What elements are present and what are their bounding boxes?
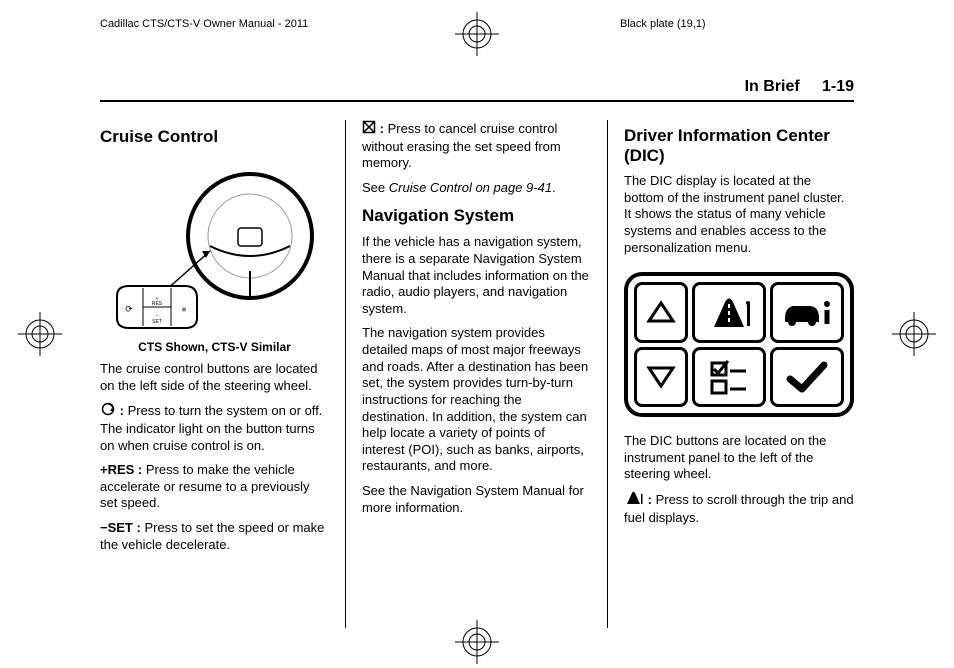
trip-icon-inline	[624, 491, 644, 510]
trip-road-icon	[704, 292, 754, 332]
heading-navigation: Navigation System	[362, 205, 591, 227]
svg-text:RES: RES	[151, 301, 162, 307]
svg-text:⊠: ⊠	[181, 307, 185, 313]
cancel-body: Press to cancel cruise control without e…	[362, 121, 561, 171]
svg-text:⟳: ⟳	[125, 304, 133, 314]
res-label: +RES :	[100, 462, 142, 477]
cancel-colon: :	[376, 121, 384, 136]
svg-text:SET: SET	[152, 319, 162, 325]
column-1: Cruise Control	[100, 120, 341, 628]
nav-p1: If the vehicle has a navigation system, …	[362, 234, 591, 317]
see-cruise-ref: See Cruise Control on page 9-41.	[362, 180, 591, 197]
see-pre: See	[362, 180, 389, 195]
cruise-onoff-line: : Press to turn the system on or off. Th…	[100, 402, 329, 454]
nav-p2: The navigation system provides detailed …	[362, 325, 591, 475]
see-post: .	[552, 180, 556, 195]
dic-p1: The DIC display is located at the bottom…	[624, 173, 854, 256]
registration-mark-left	[18, 312, 62, 356]
registration-mark-top	[455, 12, 499, 56]
heading-dic: Driver Information Center (DIC)	[624, 126, 854, 165]
dic-trip-button	[692, 282, 766, 343]
up-triangle-icon	[646, 300, 676, 324]
dic-trip-line: : Press to scroll through the trip and f…	[624, 491, 854, 526]
heading-cruise-control: Cruise Control	[100, 126, 329, 148]
onoff-colon: :	[116, 403, 124, 418]
dic-up-button	[634, 282, 688, 343]
dic-set-reset-button	[770, 347, 844, 408]
cruise-onoff-icon	[100, 402, 116, 421]
set-label: −SET :	[100, 520, 141, 535]
manual-title: Cadillac CTS/CTS-V Owner Manual - 2011	[100, 18, 308, 30]
cruise-res-line: +RES : Press to make the vehicle acceler…	[100, 462, 329, 512]
steering-wheel-figure: ⟳ + RES − SET ⊠	[105, 156, 325, 336]
page-number: 1-19	[822, 78, 854, 95]
page-header: In Brief 1-19	[100, 78, 854, 102]
see-ital: Cruise Control on page 9-41	[389, 180, 552, 195]
car-info-icon	[779, 292, 835, 332]
onoff-body: Press to turn the system on or off. The …	[100, 403, 322, 453]
dic-buttons-figure	[624, 272, 854, 417]
dic-vehicle-info-button	[770, 282, 844, 343]
plate-info: Black plate (19,1)	[620, 18, 706, 30]
cruise-set-line: −SET : Press to set the speed or make th…	[100, 520, 329, 553]
dic-customization-button	[692, 347, 766, 408]
column-2: : Press to cancel cruise control without…	[350, 120, 603, 628]
down-triangle-icon	[646, 365, 676, 389]
cruise-cancel-icon	[362, 120, 376, 139]
registration-mark-right	[892, 312, 936, 356]
trip-body: Press to scroll through the trip and fue…	[624, 492, 854, 525]
checklist-icon	[704, 357, 754, 397]
section-name: In Brief	[745, 78, 800, 95]
figure-caption: CTS Shown, CTS-V Similar	[100, 340, 329, 355]
trip-colon: :	[644, 492, 652, 507]
cruise-cancel-line: : Press to cancel cruise control without…	[362, 120, 591, 172]
dic-down-button	[634, 347, 688, 408]
cruise-intro: The cruise control buttons are located o…	[100, 361, 329, 394]
content-columns: Cruise Control	[100, 120, 854, 628]
page: Cadillac CTS/CTS-V Owner Manual - 2011 B…	[0, 0, 954, 668]
dic-p2: The DIC buttons are located on the instr…	[624, 433, 854, 483]
checkmark-icon	[782, 357, 832, 397]
column-separator-2	[607, 120, 608, 628]
nav-p3: See the Navigation System Manual for mor…	[362, 483, 591, 516]
column-separator-1	[345, 120, 346, 628]
column-3: Driver Information Center (DIC) The DIC …	[612, 120, 854, 628]
